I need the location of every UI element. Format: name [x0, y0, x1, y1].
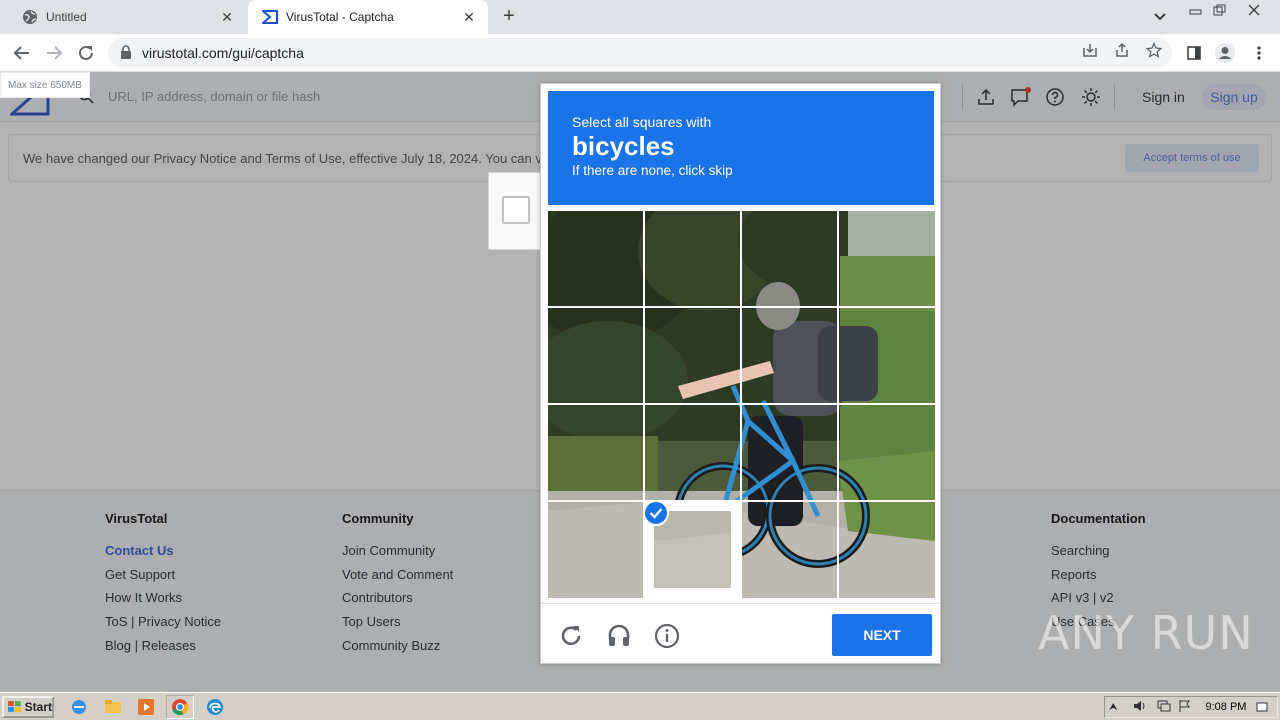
restore-icon[interactable]	[1208, 0, 1232, 20]
tray-expand-icon[interactable]: ⮝	[1109, 702, 1118, 713]
info-icon[interactable]	[653, 622, 681, 650]
next-button[interactable]: NEXT	[832, 614, 932, 656]
minimize-icon[interactable]	[1184, 0, 1208, 20]
recaptcha-challenge: Select all squares with bicycles If ther…	[540, 83, 941, 664]
grid-tile-12[interactable]	[839, 405, 934, 500]
network-icon[interactable]	[1156, 699, 1172, 716]
grid-tile-9[interactable]	[548, 405, 643, 500]
grid-tile-13[interactable]	[548, 502, 643, 597]
start-button[interactable]: Start	[2, 696, 54, 718]
browser-tab-strip: Untitled ✕ VirusTotal - Captcha ✕ +	[0, 0, 1280, 34]
share-icon[interactable]	[1113, 41, 1131, 59]
grid-tile-3[interactable]	[742, 211, 837, 306]
start-label: Start	[24, 700, 52, 714]
tab-virustotal-captcha[interactable]: VirusTotal - Captcha ✕	[248, 0, 488, 34]
menu-kebab-icon[interactable]	[1248, 42, 1270, 64]
reload-challenge-icon[interactable]	[557, 622, 585, 650]
tab-close-icon[interactable]: ✕	[218, 8, 236, 26]
anyrun-watermark: ANY RUN	[1038, 606, 1254, 660]
browser-toolbar: virustotal.com/gui/captcha	[0, 34, 1280, 72]
install-icon[interactable]	[1081, 41, 1099, 59]
windows-logo-icon	[7, 701, 21, 712]
new-tab-button[interactable]: +	[498, 6, 520, 28]
file-explorer-icon[interactable]	[104, 698, 122, 716]
grid-tile-1[interactable]	[548, 211, 643, 306]
audio-challenge-icon[interactable]	[605, 622, 633, 650]
tab-close-icon[interactable]: ✕	[460, 8, 478, 26]
prompt-instruction: Select all squares with	[572, 114, 712, 130]
grid-tile-4[interactable]	[839, 211, 934, 306]
profile-avatar-icon[interactable]	[1214, 42, 1236, 64]
max-size-label: Max size 650MB	[0, 72, 90, 98]
side-panel-icon[interactable]	[1183, 42, 1205, 64]
grid-tile-2[interactable]	[645, 211, 740, 306]
bookmark-star-icon[interactable]	[1145, 41, 1163, 59]
grid-tile-10[interactable]	[645, 405, 740, 500]
image-grid	[548, 211, 935, 598]
recaptcha-checkbox[interactable]	[502, 196, 530, 224]
address-bar[interactable]: virustotal.com/gui/captcha	[108, 38, 1172, 68]
taskbar-clock: 9:08 PM	[1205, 701, 1247, 713]
edge-icon[interactable]	[206, 698, 224, 716]
tab-title: VirusTotal - Captcha	[286, 10, 394, 24]
selected-check-icon	[643, 500, 669, 526]
tab-untitled[interactable]: Untitled ✕	[8, 0, 246, 34]
action-center-flag-icon[interactable]	[1178, 699, 1192, 716]
back-icon[interactable]	[10, 41, 34, 65]
lock-icon	[120, 44, 132, 62]
grid-tile-15[interactable]	[742, 502, 837, 597]
show-desktop-icon[interactable]	[1256, 700, 1268, 715]
prompt-target: bicycles	[572, 131, 675, 161]
url-text: virustotal.com/gui/captcha	[142, 45, 304, 61]
window-close-icon[interactable]	[1242, 0, 1266, 20]
grid-tile-14-selected[interactable]	[643, 500, 740, 597]
windows-taskbar: Start ⮝ 9:08 PM	[0, 692, 1280, 720]
globe-icon	[22, 9, 38, 25]
tab-title: Untitled	[46, 10, 87, 24]
tab-search-chevron-icon[interactable]	[1150, 8, 1170, 26]
grid-tile-7[interactable]	[742, 308, 837, 403]
prompt-hint: If there are none, click skip	[572, 163, 733, 178]
volume-icon[interactable]	[1132, 699, 1148, 716]
challenge-prompt: Select all squares with bicycles If ther…	[548, 91, 934, 205]
challenge-controls: NEXT	[541, 603, 940, 665]
grid-tile-11[interactable]	[742, 405, 837, 500]
reload-icon[interactable]	[74, 41, 98, 65]
internet-explorer-icon[interactable]	[70, 698, 88, 716]
recaptcha-anchor	[488, 172, 542, 250]
chrome-icon[interactable]	[166, 695, 194, 719]
grid-tile-16[interactable]	[839, 502, 934, 597]
grid-tile-6[interactable]	[645, 308, 740, 403]
grid-tile-5[interactable]	[548, 308, 643, 403]
watermark-text: ANY RUN	[1038, 606, 1254, 660]
media-player-icon[interactable]	[137, 698, 155, 716]
virustotal-logo-icon	[262, 9, 278, 25]
grid-tile-8[interactable]	[839, 308, 934, 403]
forward-icon[interactable]	[42, 41, 66, 65]
system-tray: ⮝ 9:08 PM	[1104, 696, 1278, 718]
